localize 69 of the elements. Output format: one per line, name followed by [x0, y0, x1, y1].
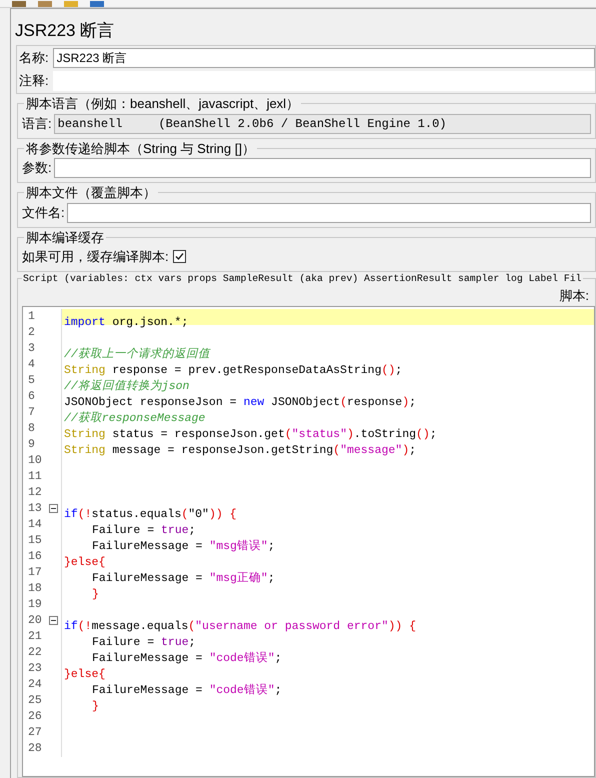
line-number: 19 [27, 596, 43, 613]
comment-field[interactable] [52, 71, 595, 91]
line-number: 10 [27, 452, 43, 469]
line-number: 1 [27, 308, 36, 325]
code-line: //将返回值转换为json [64, 380, 190, 393]
name-field[interactable]: JSR223 断言 [52, 48, 595, 68]
line-number: 22 [27, 644, 43, 661]
code-line: String response = prev.getResponseDataAsString(); [64, 364, 402, 377]
line-number: 11 [27, 468, 43, 485]
code-line: FailureMessage = "code错误"; [92, 684, 282, 697]
line-number: 21 [27, 628, 43, 645]
code-line: String message = responseJson.getString("message"); [64, 444, 416, 457]
code-line: JSONObject responseJson = new JSONObject(response); [64, 396, 416, 409]
code-line: if(!status.equals("0")) { [64, 508, 237, 521]
line-number: 24 [27, 676, 43, 693]
line-number: 6 [27, 388, 36, 405]
field-label: 参数: [22, 159, 52, 178]
cache-checkbox[interactable] [172, 250, 186, 264]
line-number: 27 [27, 724, 43, 741]
line-number: 17 [27, 564, 43, 581]
group-title: 脚本文件（覆盖脚本） [25, 184, 157, 202]
code-line: } [92, 588, 99, 601]
field-label: 文件名: [22, 204, 65, 222]
parameters-field[interactable] [54, 158, 591, 178]
line-number: 9 [27, 436, 36, 453]
line-number: 20 [27, 612, 43, 629]
line-number: 8 [27, 420, 36, 437]
collapse-icon[interactable] [49, 504, 58, 514]
code-line: FailureMessage = "msg正确"; [92, 572, 275, 585]
code-line: import org.json.*; [64, 316, 188, 329]
line-number: 13 [27, 500, 43, 517]
line-number: 23 [27, 660, 43, 677]
line-number: 26 [27, 708, 43, 725]
group-title: 脚本编译缓存 [25, 228, 105, 246]
field-label: 如果可用，缓存编译脚本: [22, 248, 169, 266]
line-number: 15 [27, 532, 43, 549]
line-number: 18 [27, 580, 43, 597]
line-number: 25 [27, 692, 43, 709]
code-line: //获取上一个请求的返回值 [64, 348, 210, 361]
group-title: Script (variables: ctx vars props SampleResult (aka prev) AssertionResult sampler log Label Fil [22, 272, 583, 286]
line-number: 12 [27, 484, 43, 501]
line-number: 28 [27, 740, 43, 757]
line-number: 2 [27, 324, 36, 341]
line-number: 14 [27, 516, 43, 533]
line-number: 4 [27, 356, 36, 373]
line-number: 5 [27, 372, 36, 389]
field-label: 脚本: [559, 287, 589, 306]
panel-title: JSR223 断言 [15, 21, 116, 41]
code-line: FailureMessage = "msg错误"; [92, 540, 275, 553]
collapse-icon[interactable] [49, 616, 58, 626]
code-line: }else{ [64, 668, 106, 681]
code-line: //获取responseMessage [64, 412, 206, 425]
group-title: 脚本语言（例如：beanshell、javascript、jexl） [25, 95, 300, 113]
code-line: Failure = true; [92, 524, 196, 537]
field-label: 语言: [22, 114, 52, 133]
line-number: 7 [27, 404, 36, 421]
code-line: }else{ [64, 556, 106, 569]
field-label: 名称: [19, 49, 49, 68]
code-line: if(!message.equals("username or password error")) { [64, 620, 416, 633]
filename-field[interactable] [66, 202, 591, 222]
code-line: FailureMessage = "code错误"; [92, 652, 282, 665]
line-number: 16 [27, 548, 43, 565]
code-line: String status = responseJson.get("status").toString(); [64, 428, 437, 441]
line-number: 3 [27, 340, 36, 357]
code-line: } [92, 700, 99, 713]
language-dropdown[interactable]: beanshell (BeanShell 2.0b6 / BeanShell Engine 1.0) [54, 114, 591, 134]
group-title: 将参数传递给脚本（String 与 String []） [25, 140, 256, 158]
field-label: 注释: [19, 72, 49, 90]
code-line: Failure = true; [92, 636, 196, 649]
